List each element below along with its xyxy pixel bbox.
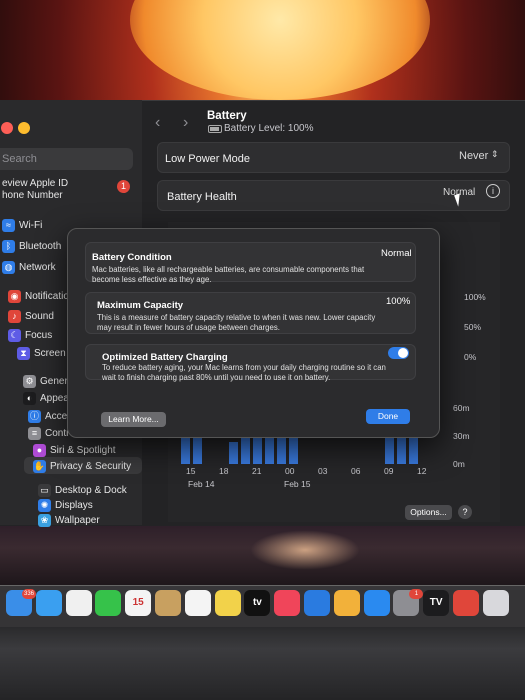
battery-level: Battery Level: 100% xyxy=(224,123,314,134)
keynote-icon[interactable] xyxy=(304,590,330,616)
battery-health-label: Battery Health xyxy=(167,191,237,203)
optimized-desc: To reduce battery aging, your Mac learns… xyxy=(102,363,386,382)
notes-icon[interactable] xyxy=(214,590,241,616)
options-button[interactable]: Options... xyxy=(405,505,452,520)
x-tick-label: 09 xyxy=(384,466,394,476)
x-tick-label: 03 xyxy=(318,466,328,476)
learn-more-button[interactable]: Learn More... xyxy=(101,412,166,427)
calendar-icon[interactable]: 15 xyxy=(125,590,152,616)
siri-icon: ● xyxy=(33,444,46,457)
low-power-select[interactable]: Never xyxy=(459,150,488,162)
back-icon[interactable]: ‹ xyxy=(155,114,160,132)
apple-id-line2[interactable]: hone Number xyxy=(2,190,63,201)
display-icon: ✺ xyxy=(38,499,51,512)
facetime-icon[interactable] xyxy=(95,590,122,616)
info-icon[interactable]: i xyxy=(486,184,500,198)
finder-icon[interactable] xyxy=(482,590,509,616)
y-tick-label: 50% xyxy=(464,322,481,332)
reminders-icon[interactable] xyxy=(184,590,211,616)
sidebar-item-sound[interactable]: Sound xyxy=(25,311,54,322)
capacity-title: Maximum Capacity xyxy=(97,300,184,311)
speaker-icon: ♪ xyxy=(8,310,21,323)
search-input[interactable]: Search xyxy=(0,148,133,170)
condition-value: Normal xyxy=(381,248,412,259)
chevron-updown-icon: ⇕ xyxy=(491,149,499,159)
control-center-icon: ≡ xyxy=(28,427,41,440)
photos-icon[interactable] xyxy=(65,590,92,616)
tradingview-icon[interactable]: TV xyxy=(423,590,450,616)
y-tick-label: 100% xyxy=(464,292,486,302)
y-tick-label: 60m xyxy=(453,403,470,413)
hourglass-icon: ⧗ xyxy=(17,347,30,360)
sidebar-item-desktop-dock[interactable]: Desktop & Dock xyxy=(55,485,127,496)
sidebar-item-displays[interactable]: Displays xyxy=(55,500,93,511)
app-icon[interactable] xyxy=(453,590,479,616)
bluetooth-icon: ᛒ xyxy=(2,240,15,253)
x-tick-label: 21 xyxy=(252,466,262,476)
capacity-value: 100% xyxy=(386,296,411,307)
hand-icon: ✋ xyxy=(33,460,46,473)
minimize-window-button[interactable] xyxy=(18,122,30,134)
wifi-icon: ≈ xyxy=(2,219,15,232)
bell-icon: ◉ xyxy=(8,290,21,303)
x-tick-label: 12 xyxy=(417,466,427,476)
y-tick-label: 30m xyxy=(453,431,470,441)
laptop-bezel xyxy=(0,627,525,700)
music-icon[interactable] xyxy=(274,590,301,616)
help-button[interactable]: ? xyxy=(458,505,472,519)
apple-tv-icon[interactable]: tv xyxy=(244,590,271,616)
sidebar-item-focus[interactable]: Focus xyxy=(25,330,52,341)
x-tick-label: 15 xyxy=(186,466,196,476)
dock-badge: 1 xyxy=(409,589,424,599)
apple-id-badge: 1 xyxy=(117,180,130,193)
accessibility-icon: ⓘ xyxy=(28,410,41,423)
x-date-label: Feb 15 xyxy=(284,479,311,489)
contacts-icon[interactable] xyxy=(155,590,181,616)
sidebar-item-network[interactable]: Network xyxy=(19,262,56,273)
wallpaper-water xyxy=(250,530,360,570)
condition-title: Battery Condition xyxy=(92,252,172,263)
close-window-button[interactable] xyxy=(1,122,13,134)
low-power-label: Low Power Mode xyxy=(165,153,250,165)
optimized-title: Optimized Battery Charging xyxy=(102,352,228,363)
app-store-icon[interactable] xyxy=(363,590,390,616)
x-tick-label: 06 xyxy=(351,466,361,476)
forward-icon[interactable]: › xyxy=(183,114,188,132)
y-tick-label: 0% xyxy=(464,352,477,362)
dock-icon: ▭ xyxy=(38,484,51,497)
condition-desc: Mac batteries, like all rechargeable bat… xyxy=(92,265,365,284)
capacity-desc: This is a measure of battery capacity re… xyxy=(97,313,376,332)
globe-icon: ◍ xyxy=(2,261,15,274)
safari-icon[interactable] xyxy=(35,590,62,616)
sidebar-item-siri-spotlight[interactable]: Siri & Spotlight xyxy=(50,445,116,456)
done-button[interactable]: Done xyxy=(366,409,410,424)
sidebar-item-wallpaper[interactable]: Wallpaper xyxy=(55,515,100,526)
pencil-icon[interactable] xyxy=(333,590,360,616)
wallpaper-icon: ❀ xyxy=(38,514,51,527)
sidebar-item-wi-fi[interactable]: Wi-Fi xyxy=(19,220,42,231)
page-title: Battery xyxy=(207,110,247,122)
apple-id-line1[interactable]: eview Apple ID xyxy=(2,178,68,189)
x-tick-label: 18 xyxy=(219,466,229,476)
dock-badge: 336 xyxy=(22,589,37,599)
x-tick-label: 00 xyxy=(285,466,295,476)
sidebar-item-bluetooth[interactable]: Bluetooth xyxy=(19,241,61,252)
battery-icon xyxy=(208,125,222,133)
appearance-icon: ◐ xyxy=(23,392,36,405)
gear-icon: ⚙ xyxy=(23,375,36,388)
moon-icon: ☾ xyxy=(8,329,21,342)
optimized-charging-toggle[interactable] xyxy=(388,347,409,359)
y-tick-label: 0m xyxy=(453,459,465,469)
usage-bar xyxy=(229,442,238,464)
sidebar-item-privacy-security[interactable]: Privacy & Security xyxy=(50,461,131,472)
x-date-label: Feb 14 xyxy=(188,479,215,489)
